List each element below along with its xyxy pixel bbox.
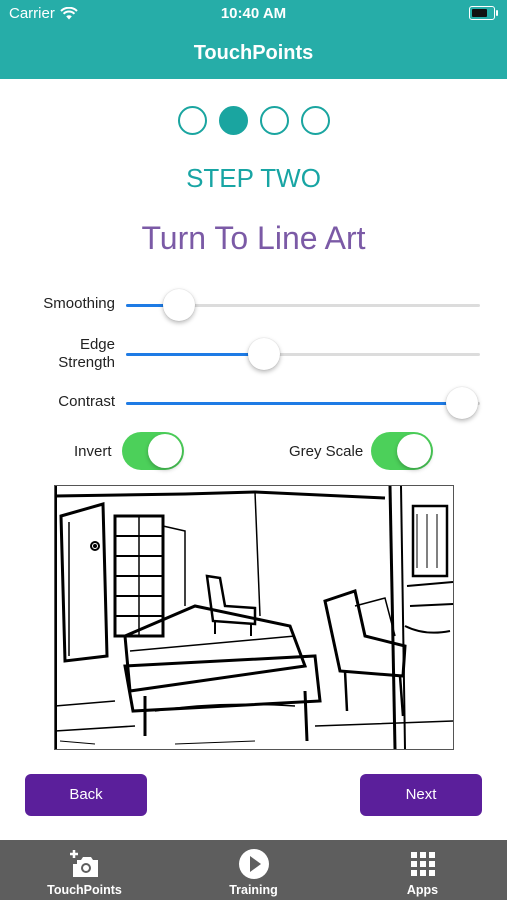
invert-toggle-knob	[148, 434, 182, 468]
edge-strength-label: Edge Strength	[58, 336, 115, 371]
grey-scale-toggle-knob	[397, 434, 431, 468]
edge-strength-slider-thumb[interactable]	[248, 338, 281, 370]
step-dot	[300, 106, 330, 135]
smoothing-label: Smoothing	[43, 295, 115, 312]
add-photo-camera-icon	[69, 850, 98, 877]
line-art-drawing	[55, 486, 453, 749]
tab-training[interactable]: Training	[169, 840, 338, 900]
nav-title: TouchPoints	[193, 42, 314, 64]
back-button[interactable]: Back	[25, 774, 147, 816]
tab-apps[interactable]: Apps	[338, 840, 507, 900]
play-circle-icon	[238, 849, 269, 879]
next-button[interactable]: Next	[360, 774, 482, 816]
apps-grid-icon	[410, 852, 435, 876]
tab-training-label: Training	[229, 883, 278, 897]
contrast-slider-row: Contrast	[0, 386, 507, 426]
contrast-slider[interactable]	[126, 387, 480, 419]
invert-toggle[interactable]	[122, 432, 184, 470]
contrast-label: Contrast	[58, 393, 115, 410]
step-dot	[259, 106, 289, 135]
edge-strength-slider-fill	[126, 353, 265, 356]
smoothing-slider-thumb[interactable]	[163, 289, 196, 321]
step-indicator	[0, 106, 507, 135]
tab-touchpoints-label: TouchPoints	[47, 883, 122, 897]
edge-strength-slider-row: Edge Strength	[0, 336, 507, 378]
battery-icon	[469, 6, 498, 20]
smoothing-slider-row: Smoothing	[0, 288, 507, 328]
nav-bar: TouchPoints	[0, 28, 507, 79]
contrast-slider-thumb[interactable]	[446, 387, 479, 419]
tab-bar: TouchPoints Training Apps	[0, 840, 507, 900]
step-dot-active	[218, 106, 248, 135]
edge-strength-slider[interactable]	[126, 338, 480, 370]
tab-apps-label: Apps	[406, 883, 439, 897]
line-art-preview-image	[54, 485, 454, 750]
status-time: 10:40 AM	[220, 5, 287, 22]
status-bar: Carrier 10:40 AM	[0, 0, 507, 28]
grey-scale-toggle[interactable]	[371, 432, 433, 470]
smoothing-slider[interactable]	[126, 289, 480, 321]
step-label: STEP TWO	[186, 163, 321, 193]
page-title: Turn To Line Art	[141, 220, 366, 256]
invert-label: Invert	[74, 443, 112, 460]
step-dot	[177, 106, 207, 135]
grey-scale-label: Grey Scale	[289, 443, 364, 460]
tab-touchpoints[interactable]: TouchPoints	[0, 840, 169, 900]
contrast-slider-fill	[126, 402, 463, 405]
